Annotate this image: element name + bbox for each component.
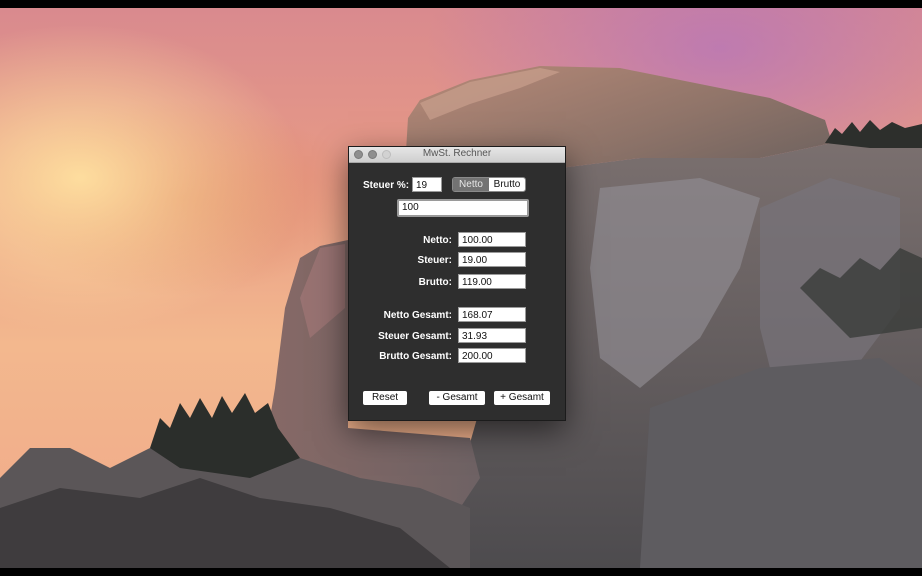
brutto-gesamt-value: 200.00 — [458, 348, 526, 363]
reset-button[interactable]: Reset — [363, 391, 407, 405]
titlebar[interactable]: MwSt. Rechner — [349, 147, 565, 163]
netto-gesamt-label: Netto Gesamt: — [383, 310, 452, 321]
netto-value: 100.00 — [458, 232, 526, 247]
brutto-label: Brutto: — [418, 277, 452, 288]
netto-mode-option[interactable]: Netto — [453, 178, 489, 191]
mwst-rechner-window: MwSt. Rechner Steuer %: 19 Netto Brutto … — [348, 146, 566, 421]
steuer-gesamt-label: Steuer Gesamt: — [378, 331, 452, 342]
steuer-value: 19.00 — [458, 252, 526, 267]
brutto-gesamt-label: Brutto Gesamt: — [379, 351, 452, 362]
steuer-gesamt-value: 31.93 — [458, 328, 526, 343]
netto-label: Netto: — [423, 235, 452, 246]
brutto-value: 119.00 — [458, 274, 526, 289]
tax-rate-label: Steuer %: — [363, 180, 410, 191]
steuer-label: Steuer: — [417, 255, 452, 266]
add-total-button[interactable]: + Gesamt — [494, 391, 550, 405]
brutto-mode-option[interactable]: Brutto — [489, 178, 525, 191]
tax-rate-input[interactable]: 19 — [412, 177, 442, 192]
window-title: MwSt. Rechner — [422, 148, 492, 159]
subtract-total-button[interactable]: - Gesamt — [429, 391, 485, 405]
amount-input[interactable]: 100 — [397, 199, 529, 217]
netto-gesamt-value: 168.07 — [458, 307, 526, 322]
netto-brutto-toggle[interactable]: Netto Brutto — [452, 177, 526, 192]
